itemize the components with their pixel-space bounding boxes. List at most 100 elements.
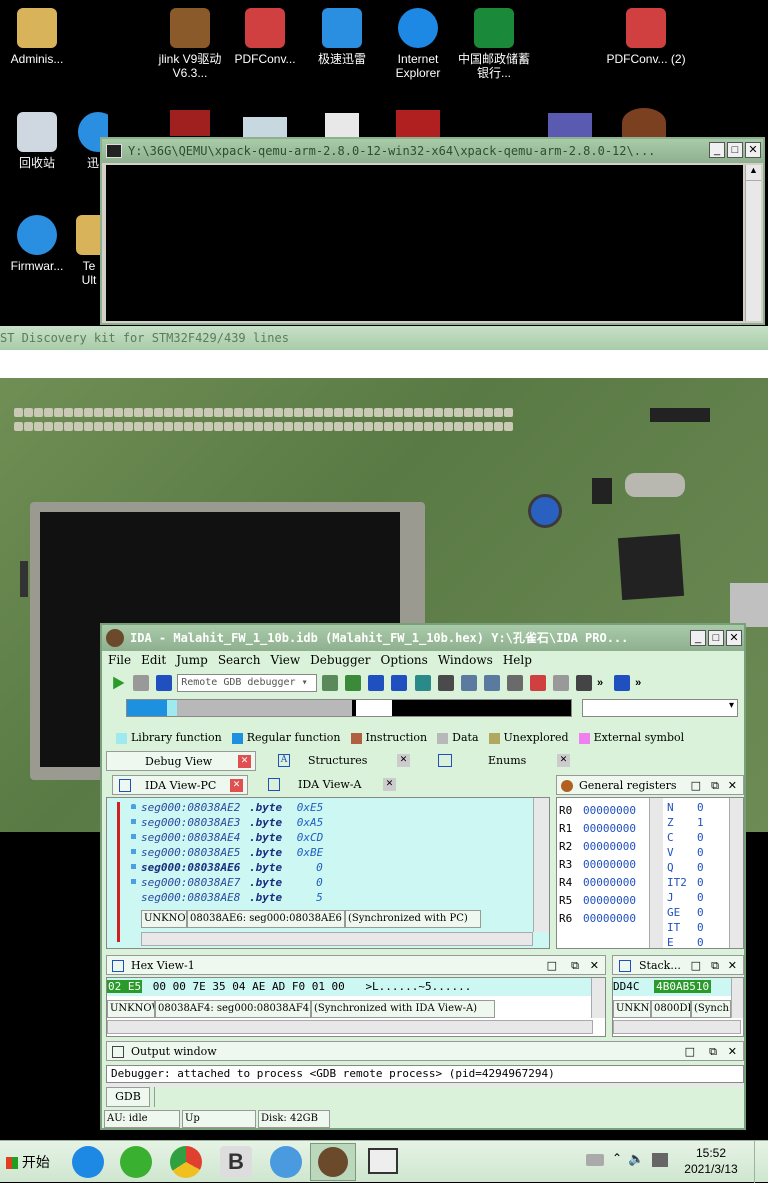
volume-icon[interactable]: 🔈 bbox=[628, 1151, 644, 1167]
hex-view[interactable]: 02 E5 00 00 7E 35 04 AE AD F0 01 00 >L..… bbox=[106, 977, 606, 1037]
tab-enums[interactable]: Enums ✕ bbox=[428, 751, 574, 771]
output-text[interactable]: Debugger: attached to process <GDB remot… bbox=[106, 1065, 744, 1083]
menu-item-search[interactable]: Search bbox=[218, 653, 261, 667]
tab-ida-view-a[interactable]: IDA View-A ✕ bbox=[262, 775, 400, 795]
maximize-icon[interactable]: □ bbox=[547, 956, 557, 976]
close-icon[interactable]: ✕ bbox=[728, 776, 737, 796]
registers-view[interactable]: R0 00000000 R1 00000000 R2 00000000 R3 00000000… bbox=[556, 797, 744, 949]
menu-item-options[interactable]: Options bbox=[381, 653, 428, 667]
ida-window[interactable]: IDA - Malahit_FW_1_10b.idb (Malahit_FW_1… bbox=[100, 623, 746, 1130]
desktop-icon-partial-5[interactable] bbox=[548, 113, 592, 137]
tools-icon[interactable] bbox=[552, 675, 569, 691]
flag-vscroll[interactable] bbox=[729, 798, 743, 948]
ida-minimize-button[interactable]: _ bbox=[690, 630, 706, 646]
keyboard-icon[interactable] bbox=[586, 1154, 604, 1166]
code-line[interactable]: seg000:08038AE4 .byte 0xCD bbox=[141, 830, 323, 845]
close-icon[interactable]: ✕ bbox=[238, 755, 251, 768]
register-row[interactable]: R4 00000000 bbox=[559, 874, 636, 892]
menu-item-jump[interactable]: Jump bbox=[176, 653, 208, 667]
attach-icon[interactable] bbox=[322, 675, 339, 691]
stack-hscroll[interactable] bbox=[613, 1020, 741, 1034]
flag-row[interactable]: Z1 bbox=[667, 815, 704, 830]
desktop-icon-ie[interactable]: Internet Explorer bbox=[378, 8, 458, 80]
code-line[interactable]: seg000:08038AE5 .byte 0xBE bbox=[141, 845, 323, 860]
stack-view-tab[interactable]: Stack... □ ⧉ ✕ bbox=[612, 955, 744, 975]
flag-row[interactable]: C0 bbox=[667, 830, 704, 845]
stop-icon[interactable] bbox=[156, 675, 173, 691]
clock[interactable]: 15:52 2021/3/13 bbox=[676, 1145, 746, 1177]
code-line[interactable]: seg000:08038AE3 .byte 0xA5 bbox=[141, 815, 323, 830]
gdb-command-button[interactable]: GDB bbox=[106, 1087, 150, 1107]
window-icon[interactable] bbox=[460, 675, 477, 691]
close-icon[interactable]: ✕ bbox=[557, 754, 570, 767]
desktop-icon-jlink[interactable]: jlink V9驱动 V6.3... bbox=[150, 8, 230, 80]
menu-item-windows[interactable]: Windows bbox=[438, 653, 493, 667]
register-row[interactable]: R1 00000000 bbox=[559, 820, 636, 838]
restore-icon[interactable]: ⧉ bbox=[711, 956, 719, 976]
pause-icon[interactable] bbox=[133, 675, 150, 691]
desktop-icon-partial-2[interactable] bbox=[243, 117, 287, 137]
stack-vscroll[interactable] bbox=[731, 978, 743, 1018]
flag-row[interactable]: J0 bbox=[667, 890, 704, 905]
reg-vscroll[interactable] bbox=[649, 798, 663, 948]
ida-title-bar[interactable]: IDA - Malahit_FW_1_10b.idb (Malahit_FW_1… bbox=[102, 625, 744, 651]
flag-row[interactable]: IT 0 bbox=[667, 920, 704, 935]
ie-taskbar-icon[interactable] bbox=[72, 1146, 104, 1178]
maximize-icon[interactable]: □ bbox=[685, 1042, 695, 1062]
desktop-icon-partial-4[interactable] bbox=[396, 110, 440, 137]
debugger-select[interactable]: Remote GDB debugger ▾ bbox=[177, 674, 318, 692]
list-icon[interactable] bbox=[506, 675, 523, 691]
disassembly-view[interactable]: seg000:08038AE2 .byte 0xE5 seg000:08038AE… bbox=[106, 797, 550, 949]
code-line[interactable]: seg000:08038AE8 .byte 5 bbox=[141, 890, 323, 905]
tray-chevron-icon[interactable]: ⌃ bbox=[612, 1151, 622, 1165]
console-output[interactable] bbox=[106, 165, 743, 321]
desktop-icon-xunlei[interactable]: 极速迅雷 bbox=[302, 8, 382, 66]
export-icon[interactable] bbox=[614, 675, 631, 691]
maximize-button[interactable]: □ bbox=[727, 142, 743, 158]
show-desktop-button[interactable] bbox=[754, 1141, 768, 1183]
hex-view-tab[interactable]: Hex View-1 □ ⧉ ✕ bbox=[106, 955, 606, 975]
register-row[interactable]: R6 00000000 bbox=[559, 910, 636, 928]
desktop-icon-pdfconv-2[interactable]: PDFConv... (2) bbox=[606, 8, 686, 66]
ie-green-taskbar-icon[interactable] bbox=[120, 1146, 152, 1178]
window2-icon[interactable] bbox=[483, 675, 500, 691]
chrome-icon[interactable] bbox=[170, 1146, 202, 1178]
desktop-icon-partial-6[interactable] bbox=[622, 108, 666, 137]
qemu-taskbar-button[interactable] bbox=[360, 1143, 406, 1181]
baidu-netdisk-icon[interactable] bbox=[270, 1146, 302, 1178]
chevron-right-icon-2[interactable]: » bbox=[635, 677, 647, 689]
code-line[interactable]: seg000:08038AE7 .byte 0 bbox=[141, 875, 323, 890]
b-app-icon[interactable]: B bbox=[220, 1146, 252, 1178]
user-button[interactable] bbox=[528, 494, 562, 528]
desktop-icon-te-ult[interactable]: Te Ult bbox=[76, 215, 102, 287]
close-icon[interactable]: ✕ bbox=[728, 1042, 737, 1062]
desktop-icon-psbc[interactable]: 中国邮政储蓄银行... bbox=[454, 8, 534, 80]
network-icon[interactable] bbox=[652, 1153, 668, 1167]
output-window-tab[interactable]: Output window □ ⧉ ✕ bbox=[106, 1041, 744, 1061]
play-icon[interactable] bbox=[113, 676, 125, 690]
run-to-cursor-icon[interactable] bbox=[414, 675, 431, 691]
navigation-band[interactable] bbox=[126, 699, 572, 717]
register-row[interactable]: R5 00000000 bbox=[559, 892, 636, 910]
command-input[interactable] bbox=[154, 1087, 744, 1107]
glasses-icon[interactable] bbox=[575, 675, 592, 691]
close-icon[interactable]: ✕ bbox=[728, 956, 737, 976]
ida-taskbar-button[interactable] bbox=[310, 1143, 356, 1181]
flag-row[interactable]: GE 0 bbox=[667, 905, 704, 920]
menu-item-view[interactable]: View bbox=[271, 653, 301, 667]
maximize-icon[interactable]: □ bbox=[691, 776, 701, 796]
desktop-icon-pdfconv[interactable]: PDFConv... bbox=[225, 8, 305, 66]
restore-icon[interactable]: ⧉ bbox=[711, 776, 719, 796]
desktop-icon-administrator[interactable]: Adminis... bbox=[0, 8, 77, 66]
register-row[interactable]: R3 00000000 bbox=[559, 856, 636, 874]
ida-close-button[interactable]: ✕ bbox=[726, 630, 742, 646]
close-icon[interactable]: ✕ bbox=[230, 779, 243, 792]
stack-view[interactable]: DD4C 4B0AB510 UNKNOWN 0800DD (Synch bbox=[612, 977, 744, 1037]
desktop-icon-firmware[interactable]: Firmwar... bbox=[0, 215, 77, 273]
refresh-icon[interactable] bbox=[345, 675, 362, 691]
maximize-icon[interactable]: □ bbox=[691, 956, 701, 976]
console-scrollbar[interactable]: ▲ bbox=[745, 165, 761, 321]
close-icon[interactable]: ✕ bbox=[383, 778, 396, 791]
restore-icon[interactable]: ⧉ bbox=[571, 956, 579, 976]
step-over-icon[interactable] bbox=[391, 675, 408, 691]
